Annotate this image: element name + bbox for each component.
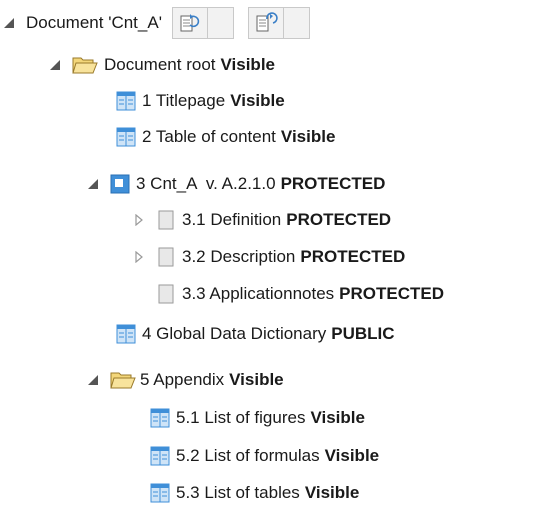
collapsed-caret-icon[interactable] [132, 250, 146, 264]
page-blank-icon [156, 247, 176, 267]
tree-row-applicationnotes[interactable]: 3.3 Applicationnotes PROTECTED [132, 278, 444, 310]
tree-row-description[interactable]: 3.2 Description PROTECTED [132, 241, 405, 273]
folder-icon [110, 370, 136, 390]
tree-row-list-of-figures[interactable]: 5.1 List of figures Visible [126, 402, 365, 434]
tree-node-label: 5.1 List of figures Visible [176, 408, 365, 428]
toolbar [171, 7, 234, 39]
status-badge: Visible [280, 127, 336, 146]
tree-row-titlepage[interactable]: 1 Titlepage Visible [92, 85, 285, 117]
status-badge: PUBLIC [331, 324, 395, 343]
tree-node-label: 3 Cnt_A v. A.2.1.0 PROTECTED [136, 174, 385, 194]
node-name: 3 Cnt_A v. A.2.1.0 [136, 174, 276, 193]
tree-node-label: 1 Titlepage Visible [142, 91, 285, 111]
status-badge: PROTECTED [339, 284, 445, 303]
page-protected-icon [110, 174, 130, 194]
tree-row-table-of-content[interactable]: 2 Table of content Visible [92, 121, 335, 153]
expanded-caret-icon[interactable] [2, 16, 16, 30]
refresh-doc-icon [180, 14, 200, 32]
refresh-doc-button[interactable] [171, 7, 208, 39]
node-name: 5.2 List of formulas [176, 446, 320, 465]
tree-row-list-of-tables[interactable]: 5.3 List of tables Visible [126, 477, 359, 509]
tree-row-document-root[interactable]: Document root Visible [48, 49, 275, 81]
page-visible-icon [150, 483, 170, 503]
node-name: 1 Titlepage [142, 91, 226, 110]
status-badge: PROTECTED [286, 210, 392, 229]
page-visible-icon [116, 127, 136, 147]
node-name: 3.1 Definition [182, 210, 282, 229]
node-name: 3.2 Description [182, 247, 296, 266]
toolbar-spacer [283, 7, 310, 39]
page-visible-icon [150, 408, 170, 428]
page-blank-icon [156, 284, 176, 304]
node-name: 2 Table of content [142, 127, 276, 146]
node-name: 4 Global Data Dictionary [142, 324, 327, 343]
document-tree: Document 'Cnt_A' Document root Visible 1… [0, 0, 542, 511]
root-title: Document 'Cnt_A' [26, 13, 162, 32]
expanded-caret-icon[interactable] [86, 177, 100, 191]
tree-node-label: 5.2 List of formulas Visible [176, 446, 379, 466]
tree-row-global-data-dictionary[interactable]: 4 Global Data Dictionary PUBLIC [92, 318, 395, 350]
expanded-caret-icon[interactable] [48, 58, 62, 72]
tree-row-root[interactable]: Document 'Cnt_A' [2, 7, 310, 39]
tree-node-label: 3.2 Description PROTECTED [182, 247, 405, 267]
node-name: 5.3 List of tables [176, 483, 300, 502]
page-visible-icon [116, 91, 136, 111]
folder-icon [72, 55, 98, 75]
status-badge: Visible [310, 408, 365, 427]
status-badge: Visible [324, 446, 380, 465]
status-badge: Visible [230, 91, 285, 110]
tree-row-cnt-a[interactable]: 3 Cnt_A v. A.2.1.0 PROTECTED [86, 168, 385, 200]
tree-row-definition[interactable]: 3.1 Definition PROTECTED [132, 204, 391, 236]
node-name: 5.1 List of figures [176, 408, 306, 427]
tree-node-label: 4 Global Data Dictionary PUBLIC [142, 324, 395, 344]
tree-node-label: 5 Appendix Visible [140, 370, 284, 390]
page-visible-icon [116, 324, 136, 344]
tree-node-label: 2 Table of content Visible [142, 127, 335, 147]
tree-node-label: 3.1 Definition PROTECTED [182, 210, 391, 230]
page-blank-icon [156, 210, 176, 230]
tree-node-label: Document 'Cnt_A' [26, 13, 162, 33]
status-badge: Visible [304, 483, 360, 502]
collapsed-caret-icon[interactable] [132, 213, 146, 227]
toolbar-spacer [207, 7, 234, 39]
refresh-doc-alt-button[interactable] [247, 7, 284, 39]
tree-node-label: Document root Visible [104, 55, 275, 75]
toolbar-2 [247, 7, 310, 39]
expanded-caret-icon[interactable] [86, 373, 100, 387]
tree-row-appendix[interactable]: 5 Appendix Visible [86, 364, 284, 396]
status-badge: PROTECTED [300, 247, 406, 266]
status-badge: Visible [229, 370, 284, 389]
node-name: 5 Appendix [140, 370, 225, 389]
node-name: Document root [104, 55, 216, 74]
tree-row-list-of-formulas[interactable]: 5.2 List of formulas Visible [126, 440, 379, 472]
tree-node-label: 3.3 Applicationnotes PROTECTED [182, 284, 444, 304]
status-badge: Visible [220, 55, 276, 74]
status-badge: PROTECTED [280, 174, 386, 193]
tree-node-label: 5.3 List of tables Visible [176, 483, 359, 503]
page-visible-icon [150, 446, 170, 466]
node-name: 3.3 Applicationnotes [182, 284, 335, 303]
refresh-doc-alt-icon [256, 12, 278, 32]
